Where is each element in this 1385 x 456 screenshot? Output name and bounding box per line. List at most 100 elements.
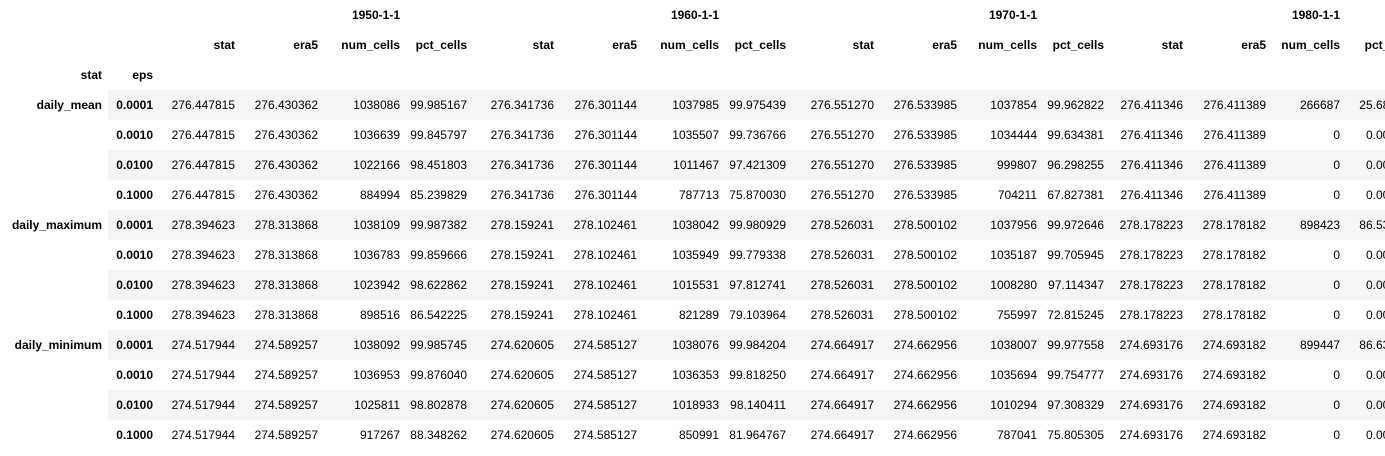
row-eps-label: 0.1000 (116, 428, 153, 442)
table-cell: 99.754777 (1047, 368, 1104, 382)
header-blank (1346, 60, 1385, 90)
table-cell: 278.500102 (880, 210, 963, 240)
table-cell: 276.411346 (1120, 128, 1183, 142)
table-cell: 1035187 (990, 248, 1037, 262)
table-cell: 99.984204 (725, 330, 792, 360)
row-group-label: daily_mean (0, 90, 108, 210)
table-cell: 98.622862 (406, 270, 473, 300)
column-field-header: num_cells (660, 38, 719, 52)
table-cell: 1036353 (672, 368, 719, 382)
column-field-header: pct_cells (734, 38, 786, 52)
table-cell: 278.159241 (473, 270, 560, 300)
header-blank (0, 0, 108, 30)
table-cell: 276.533985 (880, 150, 963, 180)
header-blank (406, 60, 473, 90)
column-field-header: stat (213, 38, 235, 52)
table-cell: 99.985745 (406, 330, 473, 360)
table-cell: 25.686450 (1346, 90, 1385, 120)
header-blank (792, 60, 880, 90)
table-cell: 276.411389 (1203, 188, 1266, 202)
header-blank (473, 60, 560, 90)
table-cell: 274.664917 (792, 390, 880, 420)
table-cell: 85.239829 (410, 188, 467, 202)
table-cell: 278.159241 (490, 248, 554, 262)
table-cell: 274.664917 (792, 330, 880, 360)
table-cell: 1038007 (963, 330, 1043, 360)
header-row-dates: 1950-1-1 1960-1-1 1970-1-1 1980-1-1 (0, 0, 1385, 30)
header-blank (108, 0, 159, 30)
row-eps-label: 0.0100 (108, 150, 159, 180)
row-eps-label: 0.0010 (116, 128, 153, 142)
table-cell: 274.664917 (810, 428, 874, 442)
row-eps-label: 0.0001 (108, 90, 159, 120)
table-cell: 0 (1333, 188, 1340, 202)
table-cell: 278.526031 (792, 210, 880, 240)
table-cell: 1022166 (324, 150, 406, 180)
table-cell: 278.178223 (1119, 308, 1183, 322)
table-cell: 274.620605 (473, 330, 560, 360)
header-row-index-names: stat eps (0, 60, 1385, 90)
table-cell: 1037985 (643, 90, 725, 120)
column-date-header: 1950-1-1 (351, 8, 400, 22)
table-cell: 276.447815 (171, 188, 235, 202)
header-blank (725, 0, 792, 30)
table-cell: 0 (1333, 368, 1340, 382)
table-cell: 274.585127 (573, 368, 637, 382)
header-blank (560, 60, 643, 90)
table-cell: 278.159241 (490, 308, 554, 322)
column-field-header: stat (1161, 38, 1183, 52)
table-cell: 276.341736 (490, 188, 554, 202)
table-cell: 1037854 (963, 90, 1043, 120)
table-cell: 1038086 (324, 90, 406, 120)
row-eps-label: 0.0100 (108, 270, 159, 300)
table-cell: 278.313868 (241, 210, 324, 240)
table-cell: 276.411389 (1189, 90, 1272, 120)
table-cell: 266687 (1272, 90, 1346, 120)
table-cell: 1010294 (963, 390, 1043, 420)
table-cell: 274.662956 (880, 330, 963, 360)
table-cell: 278.500102 (880, 270, 963, 300)
table-cell: 99.859666 (410, 248, 467, 262)
row-eps-label: 0.1000 (116, 308, 153, 322)
row-eps-label: 0.0010 (116, 368, 153, 382)
header-blank (1346, 0, 1385, 30)
header-blank (159, 60, 241, 90)
table-cell: 278.159241 (473, 210, 560, 240)
table-cell: 1035507 (672, 128, 719, 142)
header-blank (1110, 60, 1189, 90)
table-cell: 278.313868 (254, 248, 318, 262)
table-cell: 274.620605 (490, 368, 554, 382)
table-cell: 1036639 (353, 128, 400, 142)
header-row-fields: stat era5 num_cells pct_cells stat era5 num_ce… (0, 30, 1385, 60)
table-cell: 1025811 (324, 390, 406, 420)
table-cell: 0 (1272, 270, 1346, 300)
table-cell: 278.178223 (1110, 270, 1189, 300)
header-blank (241, 60, 324, 90)
table-cell: 274.693176 (1119, 428, 1183, 442)
column-field-header: pct_cells (1364, 38, 1385, 52)
table-cell: 274.693182 (1202, 428, 1266, 442)
header-blank (324, 60, 406, 90)
header-blank (1272, 60, 1346, 90)
column-field-header: pct_cells (415, 38, 467, 52)
table-cell: 99.985167 (406, 90, 473, 120)
table-row: 0.1000 278.394623 278.313868 898516 86.54222… (0, 300, 1385, 330)
multiindex-dataframe-table: 1950-1-1 1960-1-1 1970-1-1 1980-1-1 stat era5… (0, 0, 1385, 450)
table-cell: 278.526031 (810, 248, 874, 262)
table-cell: 99.736766 (729, 128, 786, 142)
header-blank (108, 30, 159, 60)
table-cell: 274.585127 (573, 428, 637, 442)
table-cell: 276.341736 (473, 90, 560, 120)
table-cell: 278.178182 (1189, 270, 1272, 300)
table-cell: 0.000000 (1365, 428, 1385, 442)
table-cell: 0.000000 (1365, 128, 1385, 142)
table-cell: 86.542225 (410, 308, 467, 322)
table-cell: 0.000000 (1365, 188, 1385, 202)
table-cell: 99.634381 (1047, 128, 1104, 142)
table-cell: 1018933 (643, 390, 725, 420)
row-eps-label: 0.0001 (108, 210, 159, 240)
column-field-header: num_cells (341, 38, 400, 52)
table-cell: 274.517944 (171, 428, 235, 442)
table-cell: 278.500102 (893, 248, 957, 262)
table-cell: 274.589257 (241, 330, 324, 360)
